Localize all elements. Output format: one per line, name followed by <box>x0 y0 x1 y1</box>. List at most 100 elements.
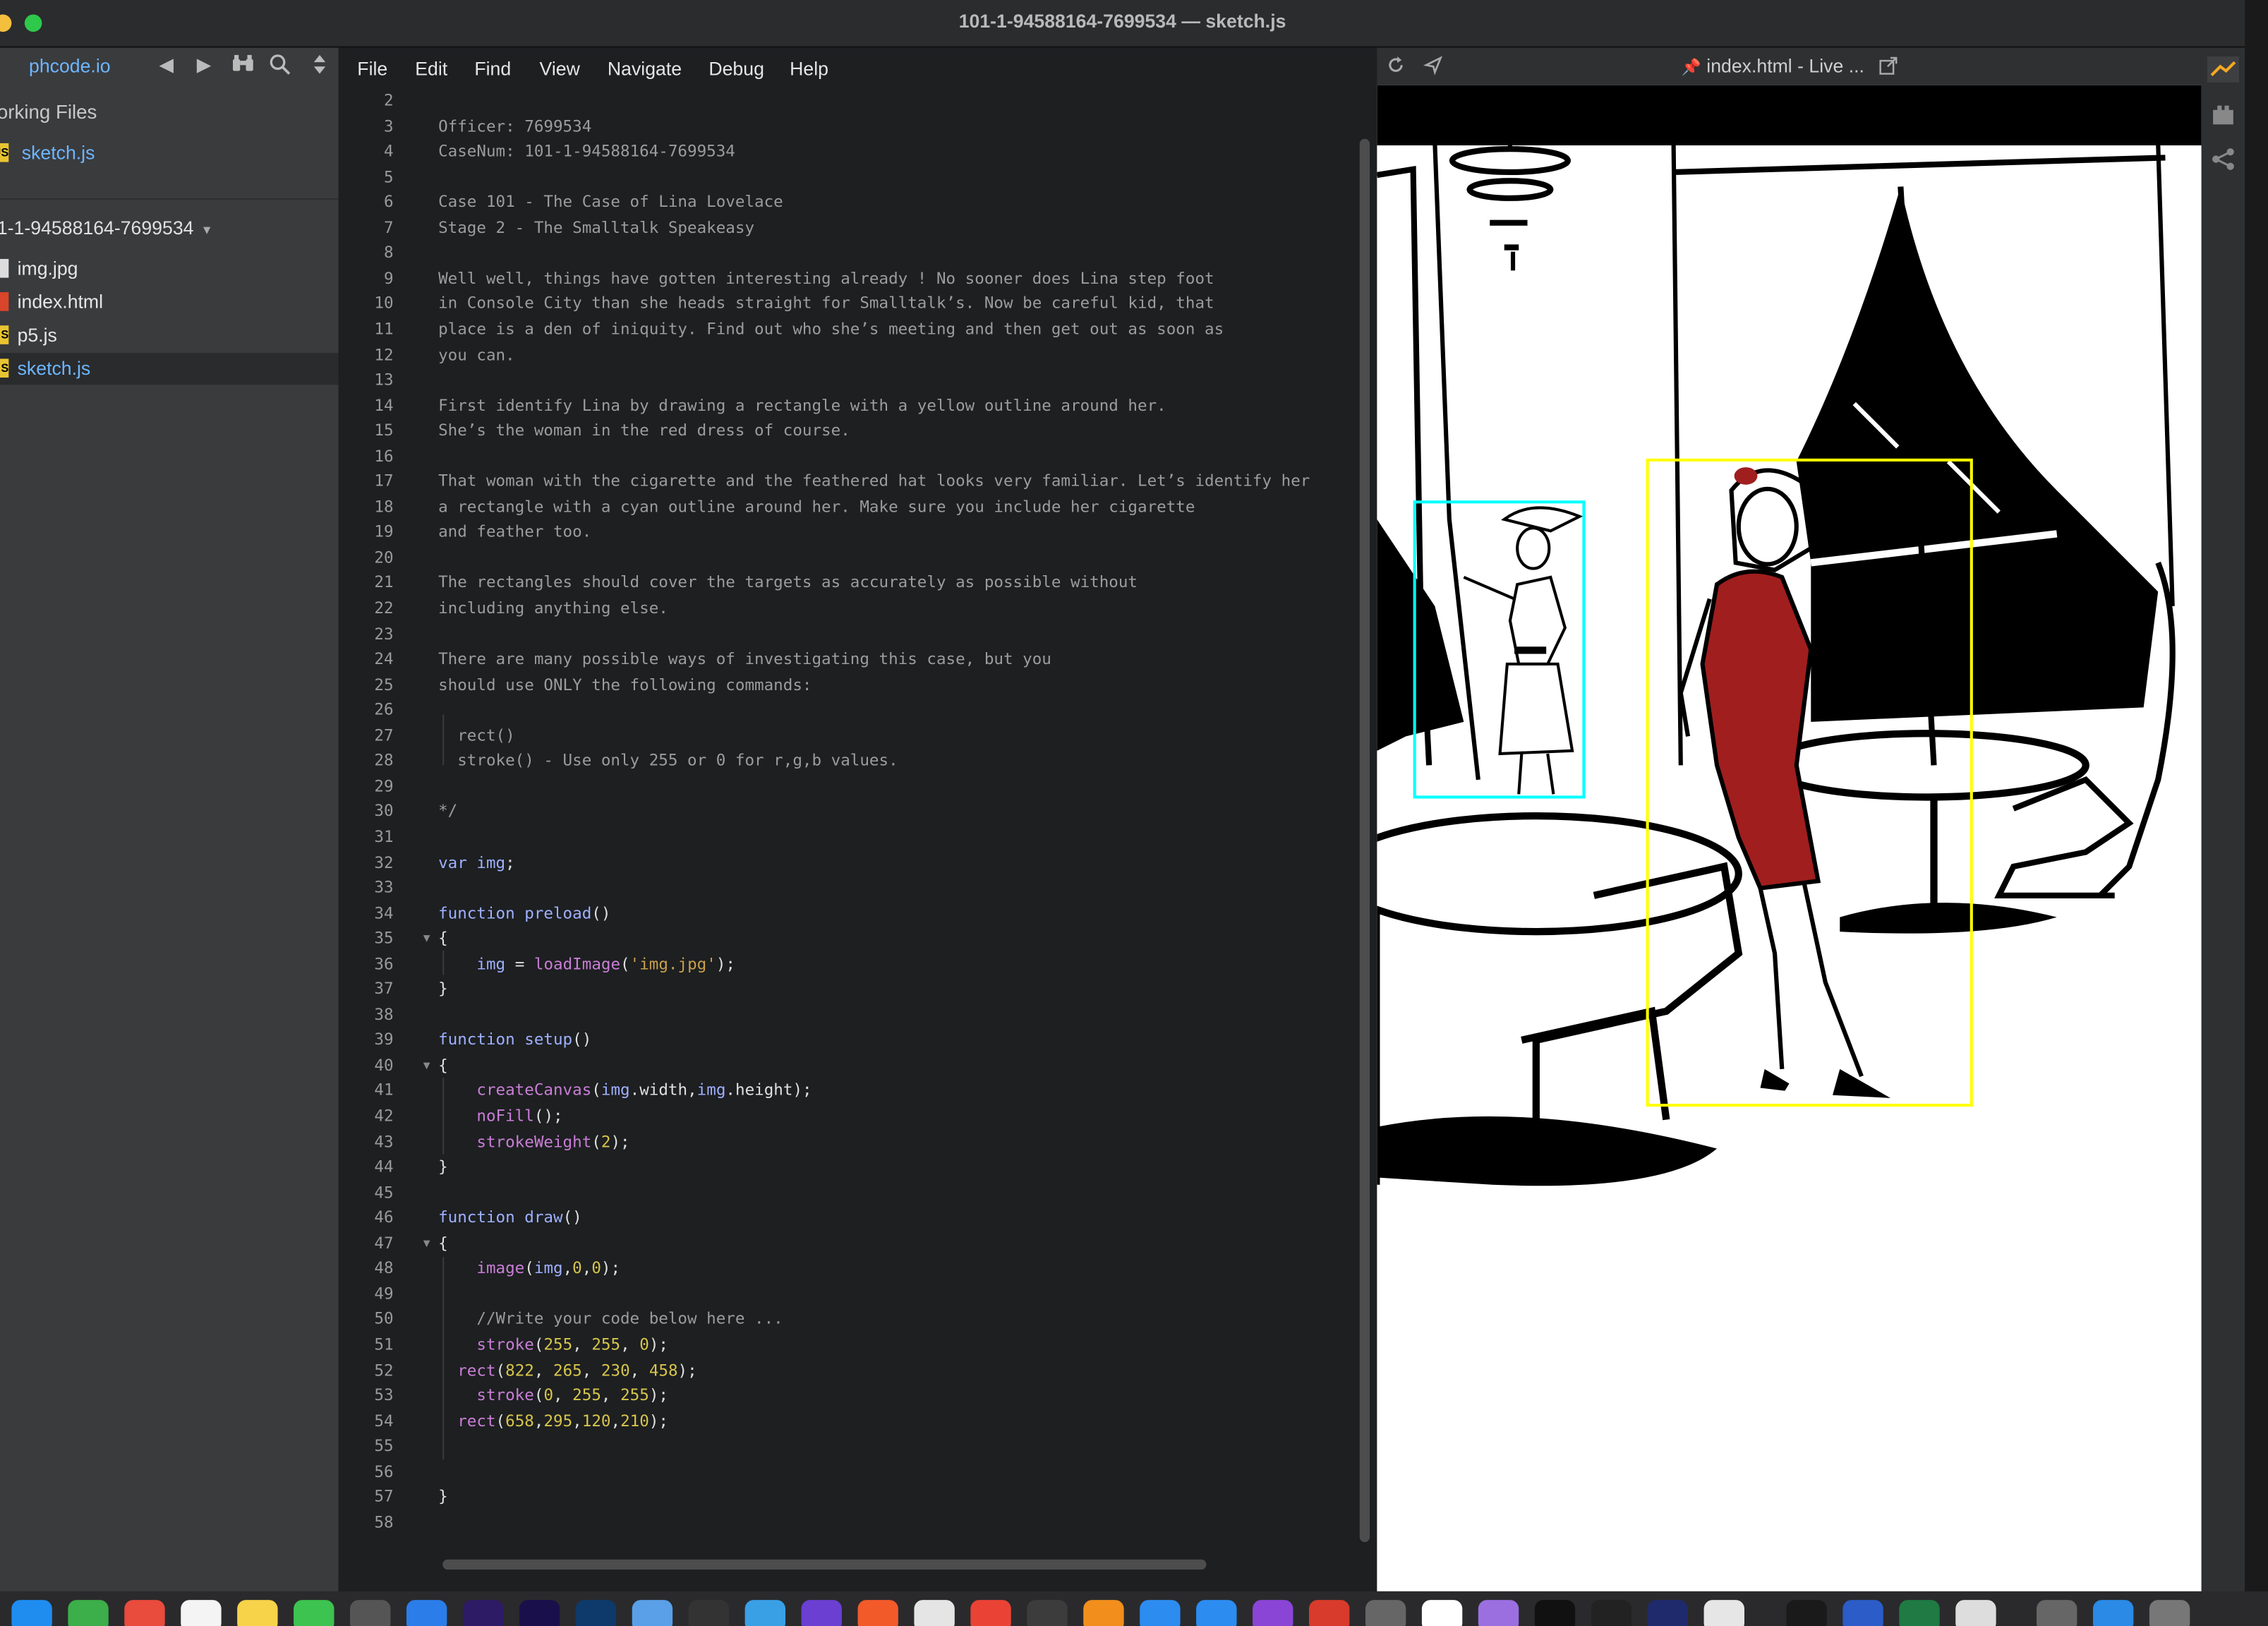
menu-view[interactable]: View <box>540 58 580 80</box>
code-line[interactable]: The rectangles should cover the targets … <box>438 574 1138 593</box>
dock-app-icon[interactable] <box>2092 1600 2134 1626</box>
dock-app-icon[interactable] <box>124 1600 165 1626</box>
code-line[interactable]: stroke() - Use only 255 or 0 for r,g,b v… <box>438 751 898 770</box>
code-line[interactable]: rect(658,295,120,210); <box>438 1411 668 1431</box>
dock-app-icon[interactable] <box>801 1600 842 1626</box>
dock-app-icon[interactable] <box>2037 1600 2077 1626</box>
code-line[interactable]: stroke(0, 255, 255); <box>438 1386 668 1405</box>
dock-app-icon[interactable] <box>11 1600 52 1626</box>
dock-app-icon[interactable] <box>181 1600 222 1626</box>
menu-navigate[interactable]: Navigate <box>608 58 682 80</box>
dock-app-icon[interactable] <box>632 1600 673 1626</box>
code-line[interactable]: Stage 2 - The Smalltalk Speakeasy <box>438 218 754 237</box>
code-line[interactable]: Well well, things have gotten interestin… <box>438 269 1214 288</box>
file-tree-item-active[interactable]: S sketch.js <box>0 353 339 385</box>
fold-toggle-icon[interactable]: ▼ <box>421 932 432 944</box>
dock-app-icon[interactable] <box>857 1600 898 1626</box>
code-line[interactable]: } <box>438 1488 448 1507</box>
code-line[interactable]: Officer: 7699534 <box>438 116 591 136</box>
dock-app-icon[interactable] <box>294 1600 334 1626</box>
dock-app-icon[interactable] <box>519 1600 560 1626</box>
code-line[interactable]: That woman with the cigarette and the fe… <box>438 472 1310 491</box>
forward-icon[interactable]: ▶ <box>197 54 211 77</box>
dock-app-icon[interactable] <box>237 1600 278 1626</box>
code-line[interactable]: rect(822, 265, 230, 458); <box>438 1361 696 1380</box>
code-line[interactable]: and feather too. <box>438 523 591 542</box>
dock-app-icon[interactable] <box>1703 1600 1744 1626</box>
code-line[interactable]: { <box>438 1234 448 1253</box>
dock-app-icon[interactable] <box>1786 1600 1827 1626</box>
dock-app-icon[interactable] <box>1534 1600 1576 1626</box>
code-line[interactable]: { <box>438 929 448 948</box>
external-link-icon[interactable] <box>1878 56 1898 79</box>
code-line[interactable]: noFill(); <box>438 1107 562 1126</box>
menu-debug[interactable]: Debug <box>708 58 764 80</box>
dock-app-icon[interactable] <box>1365 1600 1406 1626</box>
working-file-item[interactable]: JS sketch.js <box>0 138 339 169</box>
code-line[interactable]: { <box>438 1056 448 1075</box>
code-line[interactable]: There are many possible ways of investig… <box>438 650 1051 669</box>
dock-app-icon[interactable] <box>406 1600 447 1626</box>
binoculars-icon[interactable] <box>231 54 255 78</box>
file-tree-item[interactable]: S p5.js <box>0 320 339 351</box>
code-line[interactable]: var img; <box>438 853 515 872</box>
code-line[interactable]: should use ONLY the following commands: <box>438 675 812 694</box>
share-icon[interactable] <box>2210 146 2236 179</box>
code-line[interactable]: you can. <box>438 345 515 364</box>
dock-app-icon[interactable] <box>1478 1600 1519 1626</box>
file-tree-item[interactable]: img.jpg <box>0 253 339 285</box>
back-icon[interactable]: ◀ <box>159 54 173 77</box>
dock-app-icon[interactable] <box>1027 1600 1068 1626</box>
code-editor[interactable]: 2 3 4 5 6 7 8 9 10 11 12 13 14 15 16 17 18 19 20 21 22 23 24 25… <box>338 88 1377 1599</box>
dock-app-icon[interactable] <box>2149 1600 2190 1626</box>
dock-app-icon[interactable] <box>1955 1600 1996 1626</box>
dock-app-icon[interactable] <box>1647 1600 1689 1626</box>
code-line[interactable]: */ <box>438 802 457 821</box>
menu-edit[interactable]: Edit <box>415 58 447 80</box>
dock-app-icon[interactable] <box>1899 1600 1940 1626</box>
dock-app-icon[interactable] <box>1196 1600 1237 1626</box>
dock-app-icon[interactable] <box>350 1600 391 1626</box>
code-line[interactable]: a rectangle with a cyan outline around h… <box>438 498 1195 517</box>
code-line[interactable]: First identify Lina by drawing a rectang… <box>438 396 1166 415</box>
search-icon[interactable] <box>269 54 291 80</box>
code-line[interactable]: Case 101 - The Case of Lina Lovelace <box>438 193 783 212</box>
dock-app-icon[interactable] <box>1253 1600 1293 1626</box>
dock-app-icon[interactable] <box>688 1600 730 1626</box>
code-line[interactable]: She’s the woman in the red dress of cour… <box>438 421 850 440</box>
code-line[interactable]: } <box>438 1157 448 1176</box>
dock-app-icon[interactable] <box>1083 1600 1124 1626</box>
code-line[interactable]: image(img,0,0); <box>438 1259 620 1278</box>
dock-app-icon[interactable] <box>1421 1600 1463 1626</box>
menu-find[interactable]: Find <box>474 58 511 80</box>
dock-app-icon[interactable] <box>1842 1600 1883 1626</box>
code-line[interactable]: function draw() <box>438 1208 582 1227</box>
dock-app-icon[interactable] <box>914 1600 955 1626</box>
code-line[interactable]: CaseNum: 101-1-94588164-7699534 <box>438 142 735 161</box>
dock-app-icon[interactable] <box>575 1600 617 1626</box>
code-line[interactable]: strokeWeight(2); <box>438 1132 629 1151</box>
project-dropdown[interactable]: 1-1-94588164-7699534 ▾ <box>0 217 210 239</box>
code-line[interactable]: function setup() <box>438 1030 591 1049</box>
horizontal-scrollbar[interactable] <box>442 1559 1207 1570</box>
code-line[interactable]: //Write your code below here ... <box>438 1310 783 1329</box>
code-line[interactable]: createCanvas(img.width,img.height); <box>438 1081 812 1100</box>
menu-file[interactable]: File <box>357 58 387 80</box>
extensions-icon[interactable] <box>2210 103 2236 133</box>
code-line[interactable]: function preload() <box>438 903 610 922</box>
dock-app-icon[interactable] <box>970 1600 1011 1626</box>
brand-link[interactable]: phcode.io <box>29 55 111 77</box>
code-line[interactable]: place is a den of iniquity. Find out who… <box>438 320 1224 339</box>
dock-app-icon[interactable] <box>744 1600 786 1626</box>
code-line[interactable]: in Console City than she heads straight … <box>438 294 1214 313</box>
dock-app-icon[interactable] <box>1309 1600 1350 1626</box>
dock-app-icon[interactable] <box>1140 1600 1181 1626</box>
pin-icon[interactable]: 📌 <box>1682 59 1701 77</box>
code-line[interactable]: } <box>438 980 448 999</box>
vertical-scrollbar[interactable] <box>1359 138 1370 1543</box>
dock-app-icon[interactable] <box>68 1600 109 1626</box>
fold-toggle-icon[interactable]: ▼ <box>421 1059 432 1071</box>
code-line[interactable]: rect() <box>438 725 514 745</box>
live-preview-icon[interactable] <box>2207 56 2239 83</box>
dock-app-icon[interactable] <box>462 1600 504 1626</box>
